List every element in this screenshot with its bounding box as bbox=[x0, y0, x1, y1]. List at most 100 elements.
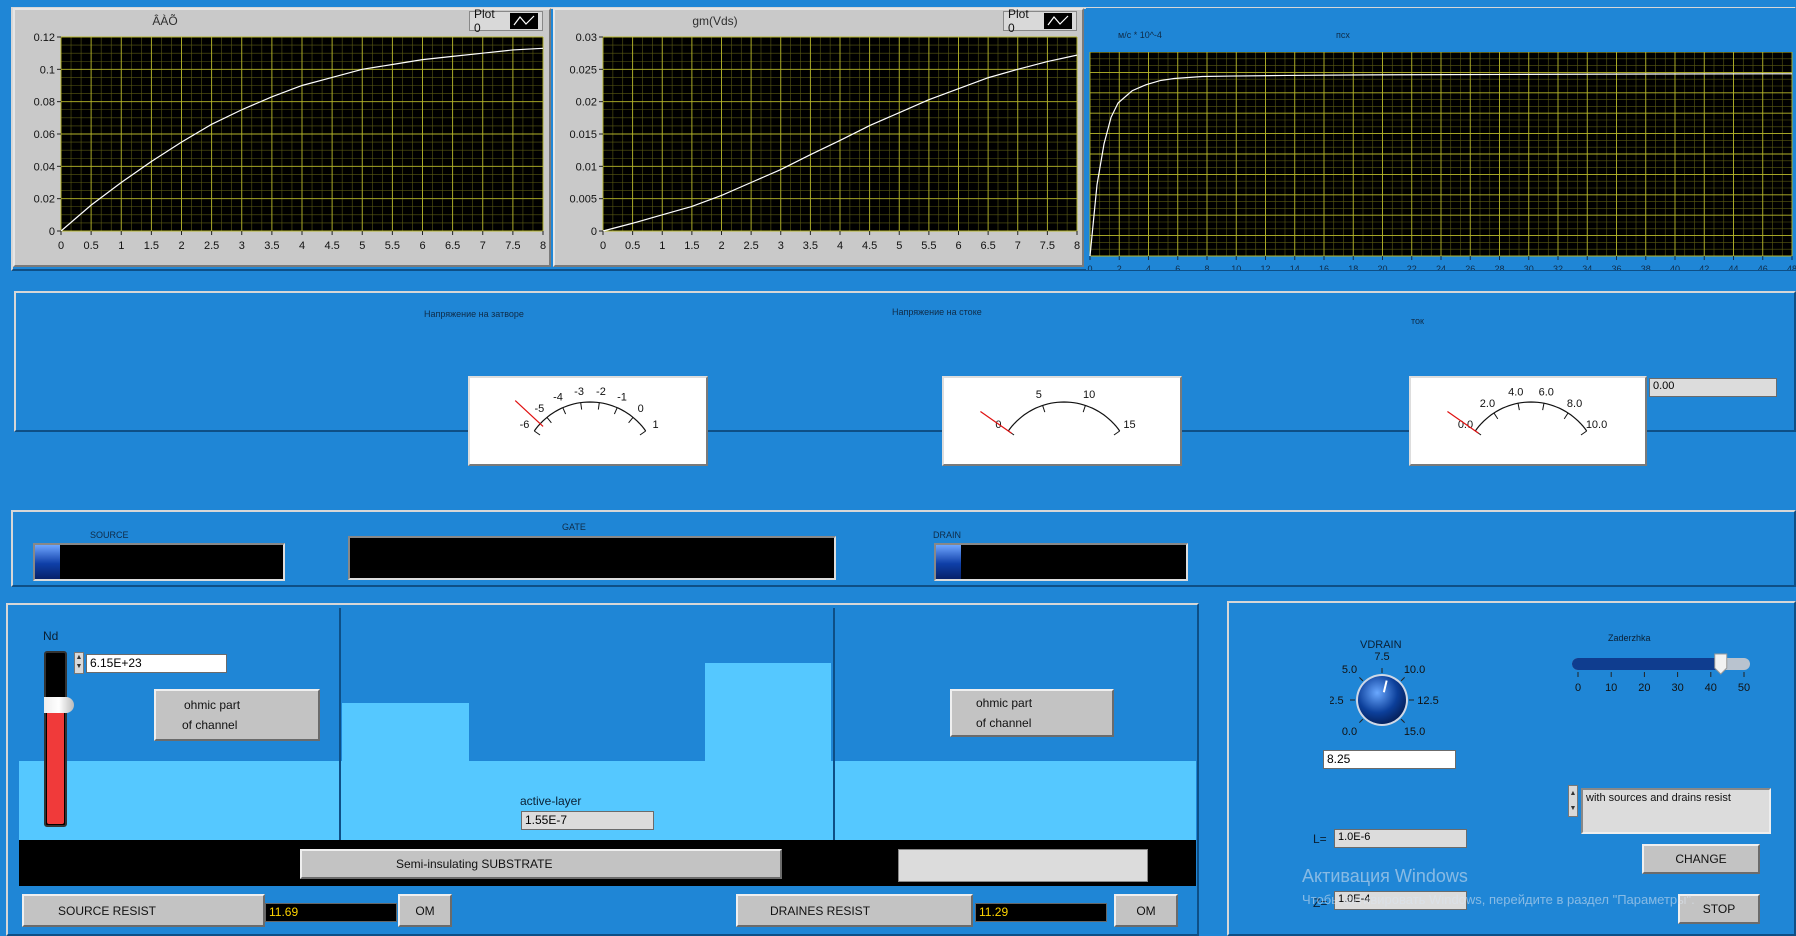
x-tick-label: 26 bbox=[1465, 264, 1475, 270]
y-tick-label: 0 bbox=[49, 226, 55, 238]
x-tick-label: 16 bbox=[1319, 264, 1329, 270]
x-tick-label: 14 bbox=[1290, 264, 1300, 270]
change-button[interactable]: CHANGE bbox=[1642, 844, 1760, 874]
x-tick-label: 8 bbox=[1074, 240, 1080, 252]
x-tick-label: 5.5 bbox=[921, 240, 936, 252]
ohmic-right-line2: of channel bbox=[976, 716, 1032, 730]
graph-ivc-legend[interactable]: Plot 0 bbox=[469, 7, 543, 35]
knob-tick-label: 12.5 bbox=[1417, 695, 1438, 707]
graph-psh-plot[interactable]: 0 2 4 6 8 10 12 14 16 18 20 22 24 26 28 30 32 34 36 38 40 42 4… bbox=[1086, 52, 1796, 270]
x-tick-label: 2 bbox=[718, 240, 724, 252]
current-display: 0.00 bbox=[1649, 378, 1777, 397]
mode-ring-icon[interactable]: ▲ ▼ bbox=[1568, 785, 1578, 817]
l-label: L= bbox=[1313, 832, 1327, 846]
drain-resist-value: 11.29 bbox=[975, 903, 1107, 922]
gauge-tick bbox=[613, 407, 618, 415]
nd-increment-icon[interactable]: ▲ ▼ bbox=[74, 652, 84, 674]
ohmic-left-box: ohmic part of channel bbox=[154, 689, 320, 741]
vdrain-knob[interactable]: 0.0 2.5 5.0 7.5 10.0 12.5 15.0 bbox=[1330, 648, 1450, 752]
line-style-icon bbox=[1044, 13, 1072, 29]
x-tick-label: 4 bbox=[1146, 264, 1151, 270]
knob-tick-label: 7.5 bbox=[1374, 651, 1389, 663]
slider-tick-label: 20 bbox=[1638, 682, 1650, 694]
x-tick-label: 44 bbox=[1728, 264, 1738, 270]
gauge-tick-label: -2 bbox=[596, 386, 606, 398]
gauge-tick bbox=[1493, 412, 1499, 420]
graph-gm: gm(Vds) Plot 0 0.03 0.025 0.02 0.015 0.01 0.0… bbox=[553, 7, 1084, 267]
source-region bbox=[19, 761, 340, 840]
x-tick-label: 46 bbox=[1758, 264, 1768, 270]
delay-label: Zaderzhka bbox=[1608, 633, 1651, 643]
drain-region bbox=[834, 761, 1196, 840]
vdrain-value-field[interactable]: 8.25 bbox=[1323, 750, 1456, 769]
slider-tick-label: 30 bbox=[1671, 682, 1683, 694]
gauge-tick-label: -5 bbox=[534, 403, 544, 415]
gauge-tick-label: 4.0 bbox=[1508, 386, 1523, 398]
x-tick-label: 28 bbox=[1494, 264, 1504, 270]
x-tick-label: 0 bbox=[600, 240, 606, 252]
gauge-arc bbox=[1007, 401, 1121, 432]
x-tick-label: 3 bbox=[778, 240, 784, 252]
x-tick-label: 48 bbox=[1787, 264, 1796, 270]
line-style-icon bbox=[510, 13, 538, 29]
graph-gm-legend[interactable]: Plot 0 bbox=[1003, 7, 1077, 35]
graph-ivc: ÂÀÕ Plot 0 0.12 0.1 0.08 0.06 0.04 0.02 0 0 0.5 1… bbox=[13, 7, 551, 267]
graph-gm-plot[interactable]: 0.03 0.025 0.02 0.015 0.01 0.005 00 0.5 1 1.5 2 2.5… bbox=[555, 32, 1084, 264]
gauge-tick bbox=[1580, 430, 1587, 436]
substrate-indicator bbox=[898, 849, 1148, 882]
gauge-tick-label: -1 bbox=[617, 392, 627, 404]
y-tick-label: 0.025 bbox=[569, 64, 597, 76]
x-tick-label: 3.5 bbox=[264, 240, 279, 252]
x-tick-label: 6 bbox=[955, 240, 961, 252]
drain-bar-label: DRAIN bbox=[933, 530, 962, 540]
graph-ivc-plot[interactable]: 0.12 0.1 0.08 0.06 0.04 0.02 00 0.5 1 1.5 2 2.5 3 3.5… bbox=[15, 32, 551, 264]
x-tick-label: 5.5 bbox=[385, 240, 400, 252]
x-tick-label: 4.5 bbox=[862, 240, 877, 252]
drain-bar-fill bbox=[936, 545, 961, 579]
gauge-tick-label: 8.0 bbox=[1567, 398, 1582, 410]
x-tick-label: 30 bbox=[1524, 264, 1534, 270]
legend-label: Plot 0 bbox=[1008, 7, 1029, 35]
x-tick-label: 2.5 bbox=[204, 240, 219, 252]
gauge-tick bbox=[597, 402, 600, 410]
l-field[interactable]: 1.0E-6 bbox=[1334, 829, 1467, 848]
nd-slider[interactable] bbox=[44, 651, 74, 827]
gauge-tick bbox=[1113, 430, 1120, 436]
legend-label: Plot 0 bbox=[474, 7, 495, 35]
gauge-tick-label: 2.0 bbox=[1480, 398, 1495, 410]
x-tick-label: 32 bbox=[1553, 264, 1563, 270]
x-tick-label: 2 bbox=[1117, 264, 1122, 270]
x-tick-label: 1.5 bbox=[684, 240, 699, 252]
y-tick-label: 0.005 bbox=[569, 194, 597, 206]
active-layer-field[interactable]: 1.55E-7 bbox=[521, 811, 654, 830]
slider-thumb bbox=[1714, 653, 1728, 675]
gauge-tick bbox=[546, 417, 552, 424]
x-tick-label: 36 bbox=[1611, 264, 1621, 270]
mode-ring[interactable]: with sources and drains resist bbox=[1581, 788, 1771, 834]
x-tick-label: 10 bbox=[1231, 264, 1241, 270]
gate-voltage-label: Напряжение на затворе bbox=[424, 309, 524, 319]
y-tick-label: 0.02 bbox=[576, 97, 597, 109]
current-label: ток bbox=[1411, 316, 1424, 326]
nd-slider-thumb[interactable] bbox=[44, 696, 74, 713]
y-tick-label: 0.12 bbox=[34, 32, 55, 44]
x-tick-label: 1 bbox=[659, 240, 665, 252]
x-tick-label: 0 bbox=[1087, 264, 1092, 270]
source-resist-value: 11.69 bbox=[265, 903, 397, 922]
separator-left bbox=[339, 608, 341, 840]
x-tick-label: 0 bbox=[58, 240, 64, 252]
gauge-tick-label: 6.0 bbox=[1539, 386, 1554, 398]
x-tick-label: 5 bbox=[896, 240, 902, 252]
knob-tick-label: 0.0 bbox=[1342, 726, 1357, 738]
gauge-tick bbox=[1042, 405, 1046, 413]
separator-right bbox=[833, 608, 835, 840]
source-bar bbox=[33, 543, 285, 581]
slider-tick-label: 10 bbox=[1605, 682, 1617, 694]
nd-value-field[interactable]: 6.15E+23 bbox=[86, 654, 227, 673]
x-tick-label: 2 bbox=[178, 240, 184, 252]
graph-psh-title: псх bbox=[1336, 30, 1350, 40]
current-gauge: 0.02.04.0 6.08.010.0 bbox=[1409, 376, 1647, 466]
delay-slider[interactable]: 0 10 20 30 40 50 bbox=[1568, 650, 1780, 698]
y-tick-label: 0 bbox=[591, 226, 597, 238]
gate-bar bbox=[348, 536, 836, 580]
